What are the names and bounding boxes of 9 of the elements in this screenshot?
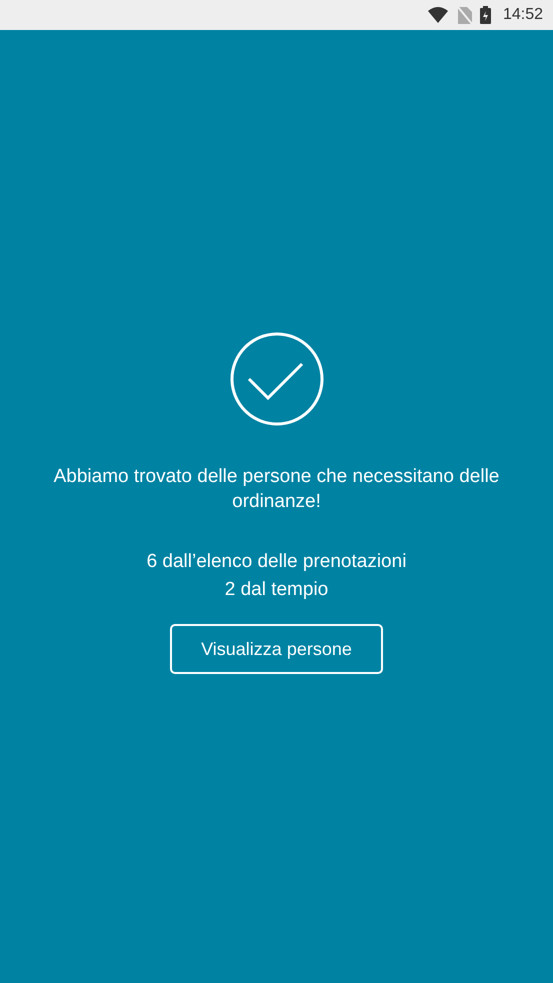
count-line: 6 dall’elenco delle prenotazioni: [146, 550, 406, 574]
view-people-button[interactable]: Visualizza persone: [170, 624, 383, 674]
battery-icon: [480, 6, 491, 24]
status-time: 14:52: [502, 6, 543, 24]
checkmark-circle-icon: [230, 332, 324, 426]
result-message: Abbiamo trovato delle persone che necessitano delle ordinanze!: [52, 465, 500, 514]
wifi-icon: [428, 7, 448, 23]
no-sim-icon: [458, 6, 472, 24]
count-line: 2 dal tempio: [224, 578, 328, 602]
